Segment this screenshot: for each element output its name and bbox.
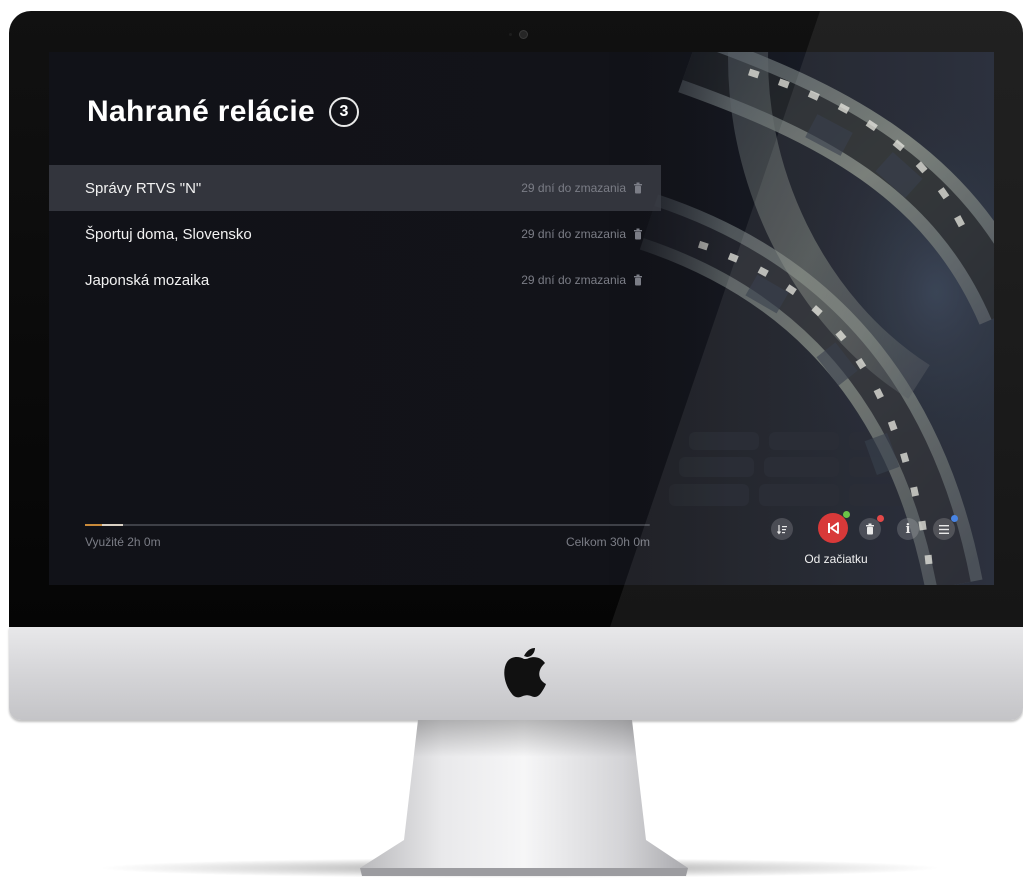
menu-button[interactable] — [933, 515, 958, 540]
red-key-dot — [877, 515, 884, 522]
recordings-list: Správy RTVS "N" 29 dní do zmazania Šport… — [49, 165, 661, 303]
tv-screen: Nahrané relácie 3 Správy RTVS "N" 29 dní… — [49, 52, 994, 585]
sort-button[interactable] — [771, 518, 793, 540]
storage-usage-bar — [85, 524, 650, 526]
recording-title: Japonská mozaika — [85, 271, 210, 289]
recording-expiry: 29 dní do zmazania — [521, 227, 626, 241]
trash-icon — [634, 228, 642, 240]
focused-action-caption: Od začiatku — [804, 552, 868, 566]
recording-expiry: 29 dní do zmazania — [521, 181, 626, 195]
header: Nahrané relácie 3 — [87, 92, 359, 132]
restart-from-beginning-icon — [828, 522, 839, 534]
trash-icon — [866, 523, 874, 535]
trash-icon — [634, 182, 642, 194]
restart-from-beginning-button[interactable] — [818, 511, 850, 543]
storage-usage: Využité 2h 0m Celkom 30h 0m — [85, 524, 650, 549]
storage-usage-fill-highlight — [101, 524, 123, 526]
camera-icon — [519, 30, 528, 39]
recording-title: Správy RTVS "N" — [85, 179, 202, 197]
trash-icon — [634, 274, 642, 286]
sensor-dot — [509, 33, 512, 36]
info-icon: i — [905, 521, 911, 537]
storage-used-label: Využité 2h 0m — [85, 535, 161, 549]
info-button[interactable]: i — [897, 518, 919, 540]
apple-logo-icon — [504, 648, 546, 698]
recordings-count-badge: 3 — [328, 97, 359, 127]
blue-key-dot — [951, 515, 958, 522]
recording-expiry: 29 dní do zmazania — [521, 273, 626, 287]
storage-total-label: Celkom 30h 0m — [565, 535, 650, 549]
delete-button[interactable] — [859, 515, 884, 540]
sort-icon — [776, 524, 787, 534]
recording-row[interactable]: Správy RTVS "N" 29 dní do zmazania — [49, 165, 661, 211]
recording-row[interactable]: Japonská mozaika 29 dní do zmazania — [49, 257, 661, 303]
recording-title: Športuj doma, Slovensko — [85, 225, 252, 243]
page-title: Nahrané relácie — [87, 95, 315, 128]
action-bar: i Od začiatku — [771, 511, 961, 572]
menu-icon — [939, 524, 949, 534]
green-key-dot — [843, 511, 850, 518]
recording-row[interactable]: Športuj doma, Slovensko 29 dní do zmazan… — [49, 211, 661, 257]
storage-usage-fill — [85, 524, 102, 526]
